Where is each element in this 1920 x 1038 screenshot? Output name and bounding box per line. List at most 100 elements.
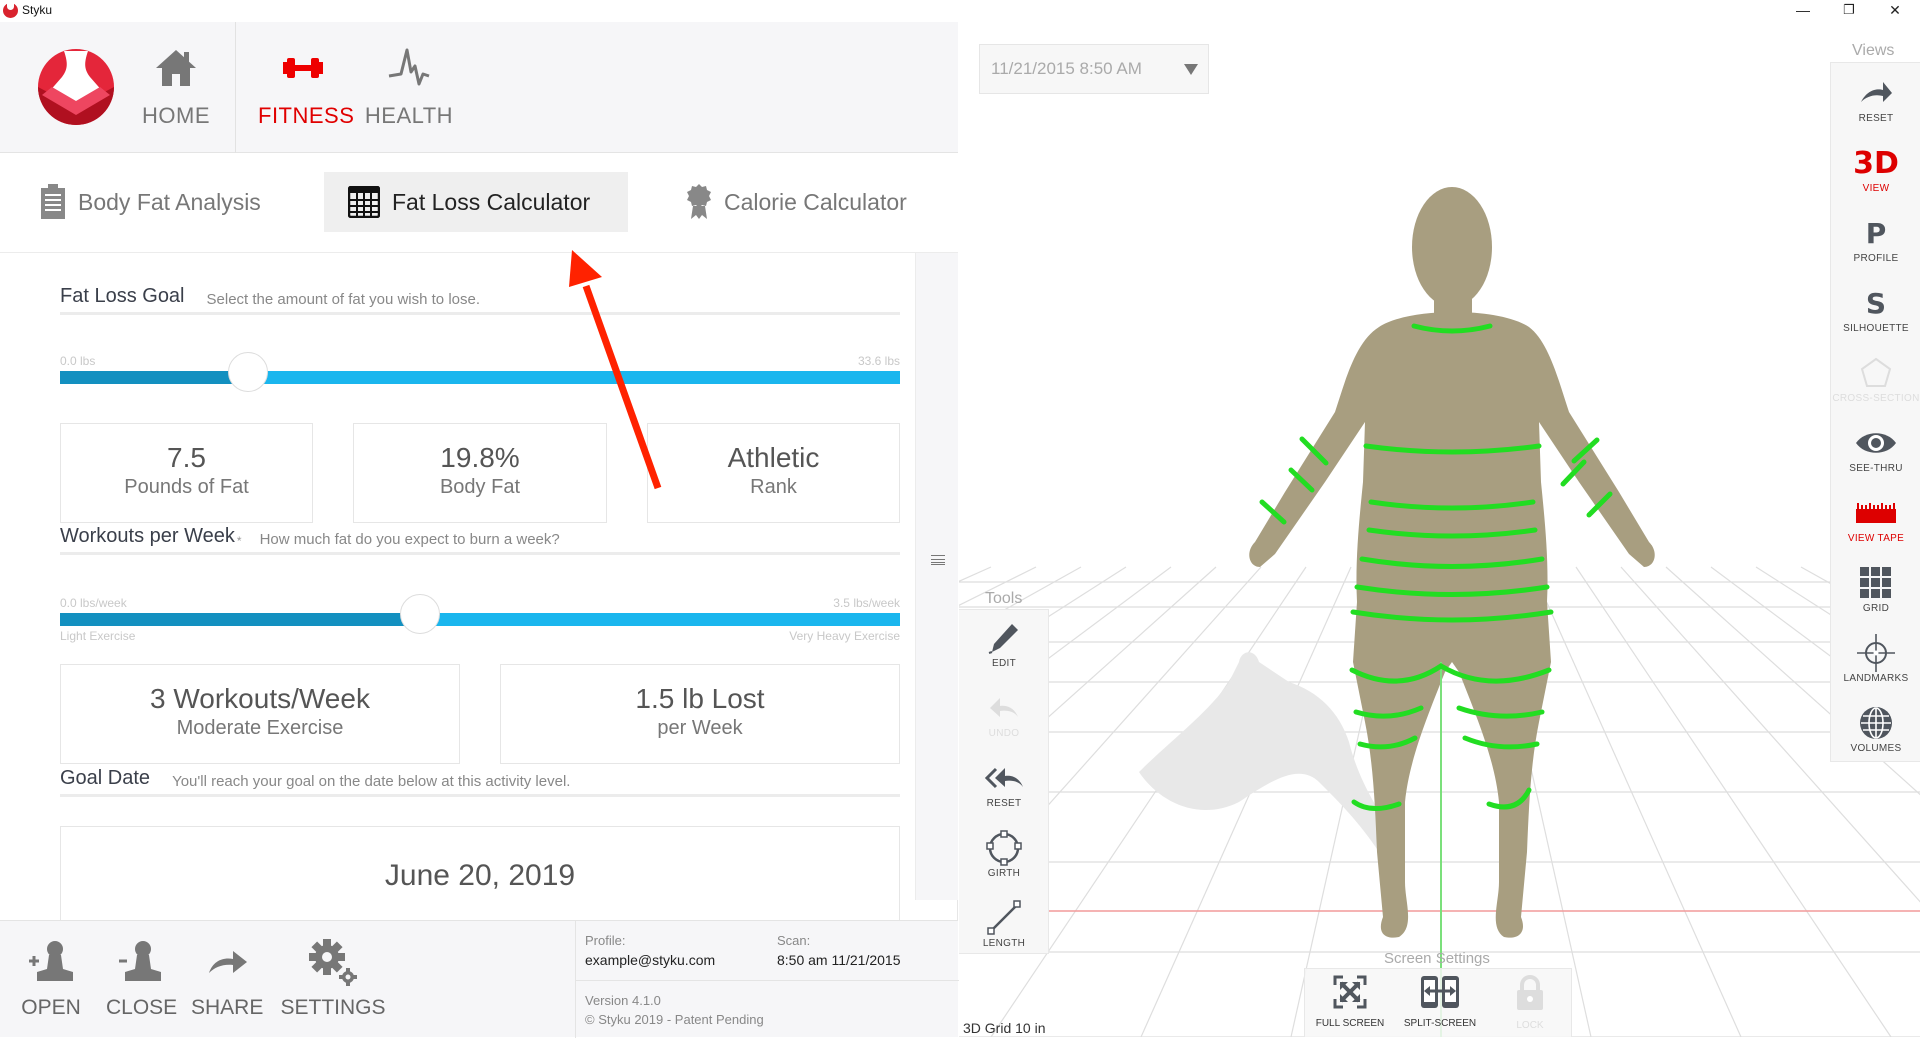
undo-icon bbox=[959, 688, 1049, 728]
view-button-label: CROSS-SECTION bbox=[1832, 393, 1920, 404]
settings-button[interactable]: SETTINGS bbox=[280, 939, 386, 1020]
fat-loss-calculator-content: Fat Loss Goal Select the amount of fat y… bbox=[0, 253, 915, 943]
close-window-button[interactable]: ✕ bbox=[1872, 0, 1918, 22]
award-ribbon-icon bbox=[687, 184, 711, 219]
gears-icon bbox=[309, 939, 357, 986]
nav-health[interactable]: HEALTH bbox=[364, 46, 454, 129]
top-navigation: HOME FITNESS HEALTH bbox=[0, 22, 958, 153]
tools-title: Tools bbox=[985, 590, 1023, 607]
view-button-label: SEE-THRU bbox=[1849, 463, 1903, 474]
workouts-per-week-card: 3 Workouts/Week Moderate Exercise bbox=[60, 664, 460, 764]
window-title-bar: Styku — ❐ ✕ bbox=[0, 0, 1920, 22]
calculator-icon bbox=[348, 186, 380, 218]
share-button[interactable]: SHARE bbox=[191, 939, 263, 1020]
view-cross-section-button: CROSS-SECTION bbox=[1831, 353, 1920, 423]
fat-loss-slider-thumb[interactable] bbox=[227, 352, 268, 392]
fat-loss-slider-fill bbox=[60, 371, 248, 384]
profile-label: Profile: bbox=[585, 933, 626, 948]
view-silhouette-button[interactable]: S SILHOUETTE bbox=[1831, 283, 1920, 353]
views-title: Views bbox=[1852, 42, 1895, 59]
view-see-thru-button[interactable]: SEE-THRU bbox=[1831, 423, 1920, 493]
nav-fitness[interactable]: FITNESS bbox=[258, 46, 354, 129]
content-scrollbar[interactable] bbox=[915, 253, 958, 900]
open-button[interactable]: OPEN bbox=[20, 939, 82, 1020]
tab-fat-loss-calculator[interactable]: Fat Loss Calculator bbox=[324, 172, 628, 232]
scan-info-panel: Profile: example@styku.com Scan: 8:50 am… bbox=[575, 921, 959, 1038]
tool-edit-button[interactable]: EDIT bbox=[959, 618, 1049, 688]
workouts-slider-low-label: Light Exercise bbox=[60, 629, 136, 643]
eye-icon bbox=[1831, 423, 1920, 463]
grid-line bbox=[1530, 566, 1742, 1037]
share-arrow-icon bbox=[209, 951, 247, 973]
scan-date-select[interactable]: 11/21/2015 8:50 AM bbox=[979, 44, 1209, 94]
workouts-description: How much fat do you expect to burn a wee… bbox=[259, 531, 560, 548]
tab-calorie-calculator[interactable]: Calorie Calculator bbox=[676, 172, 917, 232]
grid-scale-label: 3D Grid 10 in bbox=[963, 1020, 1046, 1036]
close-button[interactable]: CLOSE bbox=[106, 939, 177, 1020]
styku-logo[interactable] bbox=[38, 49, 114, 125]
tool-reset-button[interactable]: RESET bbox=[959, 758, 1049, 828]
3d-viewport[interactable]: 11/21/2015 8:50 AM Views RESET 3D VIEW P PRO… bbox=[959, 22, 1920, 1037]
view-view-button[interactable]: 3D VIEW bbox=[1831, 143, 1920, 213]
view-view-tape-button[interactable]: VIEW TAPE bbox=[1831, 493, 1920, 563]
lb-lost-label: per Week bbox=[657, 717, 743, 739]
restore-button[interactable]: ❐ bbox=[1826, 0, 1872, 22]
profile-letter-icon: P bbox=[1865, 216, 1887, 250]
workouts-slider[interactable] bbox=[60, 594, 900, 634]
view-landmarks-button[interactable]: LANDMARKS bbox=[1831, 633, 1920, 703]
view-grid-button[interactable]: GRID bbox=[1831, 563, 1920, 633]
tab-calorie-calculator-label: Calorie Calculator bbox=[724, 188, 907, 215]
view-button-label: GRID bbox=[1862, 603, 1890, 614]
nav-home-label: HOME bbox=[142, 103, 210, 128]
goal-date-heading: Goal Date bbox=[60, 767, 151, 789]
tool-girth-button[interactable]: GIRTH bbox=[959, 828, 1049, 898]
settings-label: SETTINGS bbox=[280, 996, 386, 1019]
pentagon-icon bbox=[1831, 353, 1920, 393]
reset-all-icon bbox=[959, 758, 1049, 798]
fat-loss-goal-slider[interactable] bbox=[60, 352, 900, 392]
3d-scene[interactable] bbox=[959, 22, 1920, 1037]
fat-loss-goal-heading: Fat Loss Goal bbox=[60, 285, 185, 307]
workouts-slider-thumb[interactable] bbox=[400, 594, 440, 634]
fitness-subtabs: Body Fat Analysis Fat Loss Calculator Ca… bbox=[0, 153, 958, 253]
view-volumes-button[interactable]: VOLUMES bbox=[1831, 703, 1920, 773]
open-label: OPEN bbox=[21, 996, 81, 1019]
fat-loss-goal-header: Fat Loss Goal Select the amount of fat y… bbox=[60, 281, 900, 315]
workouts-asterisk: * bbox=[236, 534, 242, 548]
rank-label: Rank bbox=[750, 476, 797, 498]
full-screen-button[interactable]: FULL SCREEN bbox=[1305, 975, 1395, 1029]
tools-panel: EDIT UNDO RESET GIRTH LENGTH bbox=[959, 609, 1049, 954]
screen-setting-label: LOCK bbox=[1516, 1020, 1544, 1031]
bottom-toolbar: OPEN CLOSE SHARE SETTINGS Profile: examp… bbox=[0, 920, 959, 1038]
tab-body-fat-analysis[interactable]: Body Fat Analysis bbox=[30, 172, 271, 232]
lock-icon bbox=[1485, 975, 1575, 1016]
view-profile-button[interactable]: P PROFILE bbox=[1831, 213, 1920, 283]
nav-divider bbox=[235, 22, 236, 153]
share-label: SHARE bbox=[191, 996, 264, 1019]
view-reset-button[interactable]: RESET bbox=[1831, 73, 1920, 143]
scan-label: Scan: bbox=[777, 933, 811, 948]
nav-home[interactable]: HOME bbox=[140, 46, 212, 129]
clipboard-icon bbox=[41, 184, 65, 219]
tool-length-button[interactable]: LENGTH bbox=[959, 898, 1049, 968]
styku-app-icon bbox=[3, 3, 18, 18]
minimize-button[interactable]: — bbox=[1780, 0, 1826, 22]
tool-undo-button: UNDO bbox=[959, 688, 1049, 758]
scroll-grip-icon[interactable] bbox=[931, 555, 945, 565]
goal-date-description: You'll reach your goal on the date below… bbox=[172, 773, 571, 790]
scan-date-value: 11/21/2015 8:50 AM bbox=[991, 59, 1142, 78]
pounds-of-fat-value: 7.5 bbox=[167, 442, 206, 473]
split-screen-button[interactable]: SPLIT-SCREEN bbox=[1395, 975, 1485, 1029]
girth-circle-icon bbox=[959, 828, 1049, 868]
tool-button-label: RESET bbox=[986, 798, 1022, 809]
pounds-of-fat-label: Pounds of Fat bbox=[124, 476, 249, 498]
tool-button-label: LENGTH bbox=[982, 938, 1026, 949]
dropdown-caret-icon bbox=[1184, 64, 1198, 75]
workouts-slider-min-label: 0.0 lbs/week bbox=[60, 596, 127, 610]
body-scan-model[interactable] bbox=[1249, 187, 1655, 938]
length-line-icon bbox=[959, 898, 1049, 938]
rank-value: Athletic bbox=[727, 442, 820, 473]
goal-date-header: Goal Date You'll reach your goal on the … bbox=[60, 763, 900, 797]
lock-button: LOCK bbox=[1485, 975, 1575, 1031]
view-button-label: VIEW TAPE bbox=[1847, 533, 1905, 544]
